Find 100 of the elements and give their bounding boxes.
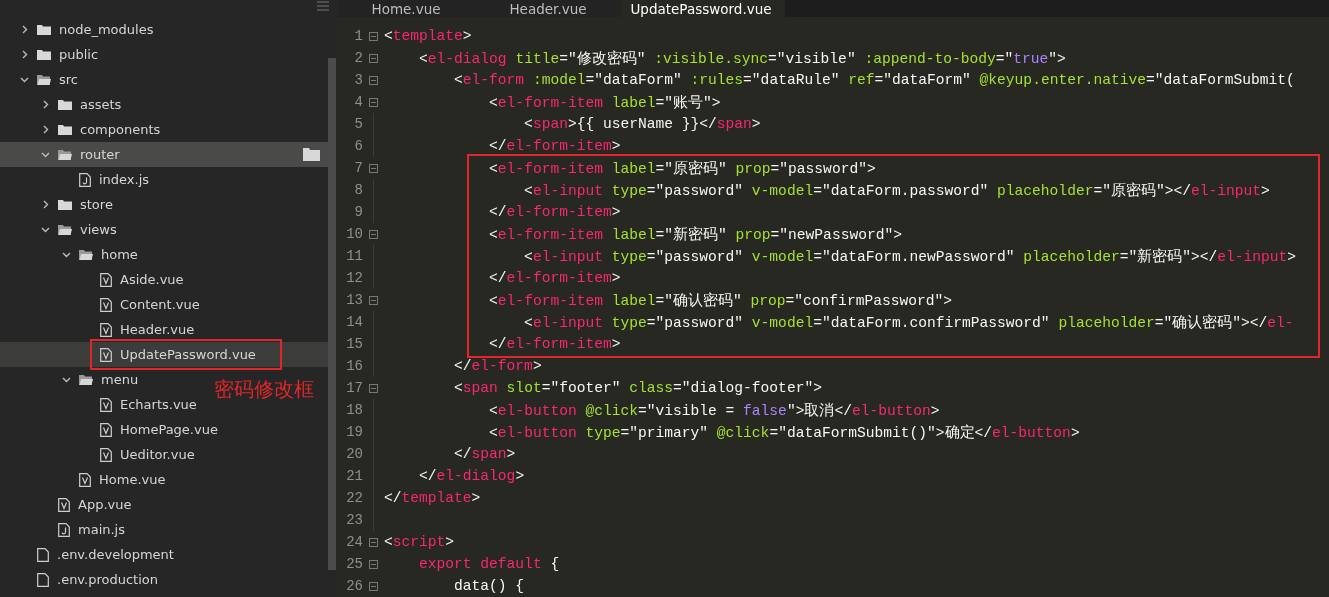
tree-item[interactable]: Content.vue — [0, 292, 200, 317]
tree-item[interactable]: router — [0, 142, 328, 167]
file-name[interactable]: main.js — [78, 522, 125, 537]
chevron-down-icon[interactable] — [62, 375, 71, 384]
fold-icon[interactable] — [369, 537, 378, 547]
file-name[interactable]: public — [59, 47, 99, 62]
fold-icon[interactable] — [369, 53, 378, 63]
chevron-right-icon[interactable] — [20, 25, 29, 34]
line-number: 8 — [353, 182, 363, 198]
file-name[interactable]: node_modules — [59, 22, 154, 37]
file-name[interactable]: App.vue — [78, 497, 132, 512]
chevron-right-icon[interactable] — [20, 50, 29, 59]
open-folder-icon — [58, 148, 72, 161]
fold-icon[interactable] — [369, 75, 378, 85]
tree-item[interactable]: index.js — [0, 167, 150, 192]
file-name[interactable]: components — [80, 122, 161, 137]
line-number: 18 — [345, 402, 363, 418]
fold-icon[interactable] — [369, 163, 378, 173]
tree-item[interactable]: App.vue — [0, 492, 132, 517]
editor-tab[interactable]: Header.vue — [479, 0, 621, 17]
fold-icon[interactable] — [369, 97, 378, 107]
code-line: <el-input type="password" v-model="dataForm.confirmPassword" placeholder="确认密码"></el- — [523, 313, 1294, 332]
tree-item[interactable]: components — [0, 117, 161, 142]
file-name[interactable]: Ueditor.vue — [120, 447, 195, 462]
file-name[interactable]: store — [80, 197, 113, 212]
file-icon — [79, 172, 91, 187]
code-line: <el-form :model="dataForm" :rules="dataRule" ref="dataForm" @keyup.enter.native="dataFormSubmit( — [453, 72, 1295, 88]
tree-item[interactable]: Header.vue — [0, 317, 195, 342]
tree-item[interactable]: main.js — [0, 517, 125, 542]
file-name[interactable]: Aside.vue — [120, 272, 184, 287]
code-line: </template> — [384, 490, 481, 506]
tree-item[interactable]: store — [0, 192, 113, 217]
code-line: <el-form-item label="新密码" prop="newPassword"> — [488, 225, 902, 244]
file-name[interactable]: Header.vue — [120, 322, 195, 337]
file-name[interactable]: router — [80, 147, 120, 162]
code-line: </el-form-item> — [488, 270, 621, 286]
code-line: <el-button @click="visible = false">取消</el-button> — [488, 401, 940, 420]
line-number: 4 — [353, 94, 363, 110]
chevron-right-icon[interactable] — [41, 200, 50, 209]
code-line: </el-form-item> — [488, 138, 621, 154]
code-line: <script> — [384, 534, 455, 550]
tree-item[interactable]: Echarts.vue — [0, 392, 197, 417]
file-icon — [100, 447, 112, 462]
tree-item[interactable]: public — [0, 42, 99, 67]
chevron-down-icon[interactable] — [20, 75, 29, 84]
file-name[interactable]: Echarts.vue — [120, 397, 197, 412]
menu-icon[interactable] — [317, 1, 329, 11]
folder-icon — [58, 123, 72, 136]
line-number: 14 — [345, 314, 363, 330]
scrollbar[interactable] — [328, 58, 336, 570]
fold-icon[interactable] — [369, 383, 378, 393]
tree-item[interactable]: assets — [0, 92, 122, 117]
file-name[interactable]: menu — [101, 372, 139, 387]
folder-icon[interactable] — [303, 148, 320, 161]
file-name[interactable]: index.js — [99, 172, 150, 187]
tree-item[interactable]: node_modules — [0, 17, 154, 42]
chevron-right-icon[interactable] — [41, 125, 50, 134]
code-line: </el-form> — [453, 358, 542, 374]
tree-item[interactable]: menu — [0, 367, 139, 392]
chevron-down-icon[interactable] — [41, 225, 50, 234]
file-name[interactable]: Content.vue — [120, 297, 200, 312]
line-number: 3 — [353, 72, 363, 88]
line-number: 12 — [345, 270, 363, 286]
tree-item[interactable]: Home.vue — [0, 467, 166, 492]
file-name[interactable]: assets — [80, 97, 122, 112]
chevron-down-icon[interactable] — [62, 250, 71, 259]
file-name[interactable]: views — [80, 222, 117, 237]
fold-icon[interactable] — [369, 31, 378, 41]
file-name[interactable]: home — [101, 247, 138, 262]
tree-item[interactable]: Aside.vue — [0, 267, 184, 292]
file-name[interactable]: UpdatePassword.vue — [120, 347, 256, 362]
file-name[interactable]: HomePage.vue — [120, 422, 218, 437]
tree-item[interactable]: UpdatePassword.vue — [0, 342, 328, 367]
line-number: 22 — [345, 490, 363, 506]
fold-icon[interactable] — [369, 229, 378, 239]
tree-item[interactable]: .env.production — [0, 567, 158, 592]
chevron-right-icon[interactable] — [41, 100, 50, 109]
file-name[interactable]: .env.production — [57, 572, 158, 587]
tree-item[interactable]: .env.development — [0, 542, 174, 567]
code-line: </el-dialog> — [418, 468, 525, 484]
fold-icon[interactable] — [369, 295, 378, 305]
fold-icon[interactable] — [369, 559, 378, 569]
file-icon — [100, 347, 112, 362]
line-number: 13 — [345, 292, 363, 308]
file-name[interactable]: src — [59, 72, 78, 87]
chevron-down-icon[interactable] — [41, 150, 50, 159]
file-name[interactable]: .env.development — [57, 547, 174, 562]
tree-item[interactable]: HomePage.vue — [0, 417, 218, 442]
file-icon — [100, 322, 112, 337]
tree-item[interactable]: src — [0, 67, 78, 92]
tree-item[interactable]: home — [0, 242, 138, 267]
open-folder-icon — [58, 223, 72, 236]
editor-tab[interactable]: Home.vue — [337, 0, 479, 17]
tree-item[interactable]: Ueditor.vue — [0, 442, 195, 467]
editor-tab[interactable]: UpdatePassword.vue — [621, 0, 785, 17]
fold-icon[interactable] — [369, 581, 378, 591]
code-line: <span slot="footer" class="dialog-footer"> — [453, 380, 822, 396]
file-name[interactable]: Home.vue — [99, 472, 166, 487]
code-line: <el-input type="password" v-model="dataForm.password" placeholder="原密码"></el-input> — [523, 181, 1270, 200]
tree-item[interactable]: views — [0, 217, 117, 242]
